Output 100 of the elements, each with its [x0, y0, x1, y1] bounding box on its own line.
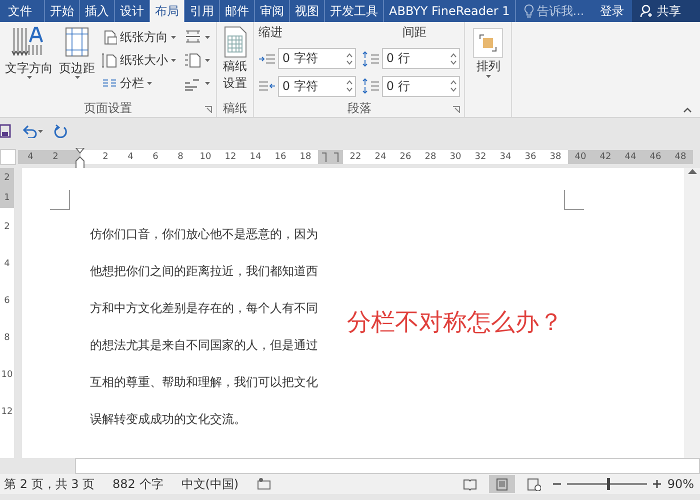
section-heading: 缩进 [258, 24, 284, 40]
ruler-number: 24 [374, 151, 388, 164]
ruler-number: 36 [524, 151, 538, 164]
group-label: 稿纸 [223, 100, 248, 116]
crop-mark-icon [50, 190, 70, 210]
scroll-up-icon[interactable] [688, 168, 696, 174]
spacing-after-field[interactable]: 0 行 [382, 76, 460, 97]
macro-icon[interactable] [256, 478, 271, 490]
caret-icon [205, 82, 210, 84]
grid-paper-icon [222, 26, 248, 58]
caret-icon [205, 58, 210, 62]
language-indicator[interactable]: 中文(中国) [181, 476, 239, 492]
caret-icon [26, 76, 32, 79]
plus-icon [653, 480, 662, 488]
ruler-number: 6 [152, 151, 160, 164]
ruler-number: 1 [0, 188, 14, 208]
ribbon-tab[interactable]: 文件 [0, 0, 44, 22]
group-label: 页面设置 [84, 100, 132, 116]
spacing-before-field[interactable]: 0 行 [382, 48, 460, 70]
body-text-line: 互相的尊重、帮助和理解，我们可以把文化 [90, 375, 318, 389]
page-count[interactable]: 第 2 页，共 3 页 [4, 476, 95, 492]
ruler-number: 22 [348, 151, 362, 164]
read-view-icon [463, 478, 478, 490]
dialog-launcher-icon [453, 106, 460, 113]
ruler-number: 34 [498, 151, 512, 164]
spinner-icon[interactable] [346, 80, 354, 92]
spinner-icon[interactable] [450, 80, 458, 92]
ruler-number: 48 [668, 150, 693, 164]
web-view-icon [527, 478, 542, 490]
caret-icon [486, 75, 491, 78]
zoom-in-button[interactable] [653, 480, 662, 488]
ruler-number: 18 [298, 151, 312, 164]
line-numbers-icon [184, 52, 202, 68]
undo-icon[interactable] [22, 124, 44, 138]
ruler-number: 6 [3, 294, 11, 308]
column-marker-icon[interactable] [320, 150, 340, 164]
zoom-level[interactable]: 90% [667, 477, 694, 491]
arrange-button[interactable]: 排列 [469, 24, 508, 99]
indent-left-field[interactable]: 0 字符 [278, 48, 356, 70]
ruler-number: 8 [3, 332, 11, 344]
ribbon-tab[interactable]: 布局 [149, 0, 184, 22]
columns-button[interactable]: 分栏 [100, 72, 178, 94]
ruler-number: 42 [593, 150, 618, 164]
ruler-number: 4 [126, 151, 134, 164]
body-text-line: 仿你们口音，你们放心他不是恶意的，因为 [90, 227, 318, 241]
ruler-number: 44 [618, 150, 643, 164]
paper-size-button[interactable]: 纸张大小 [100, 49, 178, 71]
caption-text: 分栏不对称怎么办？ [347, 307, 563, 338]
section-heading: 间距 [401, 24, 428, 40]
print-layout-button[interactable] [489, 475, 516, 493]
body-text-line: 方和中方文化差别是存在的，每个人有不同 [90, 301, 318, 315]
text-direction-button[interactable]: 文字方向 [4, 24, 54, 99]
spacing-after-icon [362, 78, 380, 94]
page-orientation-icon [102, 30, 117, 44]
orientation-button[interactable]: 纸张方向 [100, 26, 178, 48]
caret-icon [147, 82, 152, 84]
print-view-icon [495, 478, 510, 490]
vertical-scrollbar[interactable] [684, 168, 700, 458]
ruler-number: 30 [448, 151, 462, 164]
collapse-ribbon-icon[interactable] [683, 107, 692, 113]
manuscript-settings-button[interactable]: 稿纸设置 [221, 24, 250, 99]
ruler-number: 40 [568, 150, 593, 164]
ruler-number: 2 [0, 168, 14, 188]
ruler-number: 12 [224, 151, 238, 164]
indent-right-field[interactable]: 0 字符 [278, 76, 356, 97]
ruler-number: 12 [0, 406, 14, 418]
body-text-line: 的想法尤其是来自不同国家的人，但是通过 [90, 338, 318, 352]
spacing-before-icon [362, 50, 380, 67]
word-count[interactable]: 882 个字 [112, 476, 164, 492]
sign-in-link[interactable]: 登录 [592, 0, 632, 22]
lightbulb-icon [524, 4, 534, 18]
spinner-icon[interactable] [346, 52, 354, 65]
ruler-number: 26 [398, 151, 412, 164]
redo-icon[interactable] [54, 124, 68, 138]
spinner-icon[interactable] [450, 52, 458, 65]
ruler-number: 8 [176, 151, 184, 164]
ruler-number: 38 [548, 151, 562, 164]
horizontal-scrollbar[interactable] [75, 458, 700, 474]
dialog-launcher-icon [205, 106, 212, 113]
body-text-line: 他想把你们之间的距离拉近，我们都知道西 [90, 264, 318, 278]
ruler-number: 10 [198, 151, 212, 164]
ruler-number: 32 [474, 151, 488, 164]
ruler-number: 2 [102, 151, 110, 164]
page-break-icon [184, 29, 202, 45]
caret-icon [205, 36, 210, 38]
ruler-number: 14 [248, 151, 262, 164]
caret-icon [74, 76, 80, 79]
ruler-number: 10 [0, 368, 14, 382]
crop-mark-icon [564, 190, 584, 210]
ruler-number: 2 [43, 150, 68, 164]
margins-button[interactable]: 页边距 [58, 24, 96, 99]
caret-icon [171, 36, 176, 38]
share-button[interactable]: 共享 [632, 0, 700, 22]
person-icon [640, 4, 654, 18]
body-text-line: 误解转变成成功的文化交流。 [90, 412, 246, 426]
page-size-icon [102, 52, 117, 68]
zoom-slider-thumb[interactable] [607, 478, 610, 490]
save-icon[interactable] [0, 124, 12, 138]
ruler-number: 46 [643, 150, 668, 164]
group-label: 段落 [347, 100, 372, 116]
